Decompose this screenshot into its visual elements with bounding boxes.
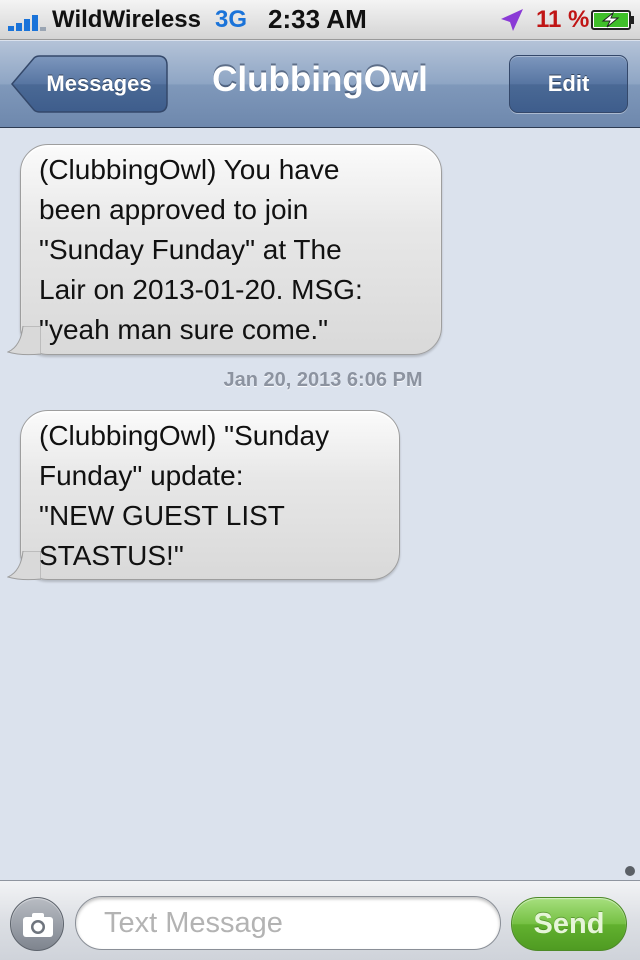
messages-back-button[interactable]: Messages	[10, 55, 168, 113]
network-type: 3G	[215, 6, 248, 33]
message-input[interactable]: Text Message	[75, 896, 501, 950]
message-text: (ClubbingOwl) "Sunday Funday" update: "N…	[39, 420, 330, 571]
send-button[interactable]: Send	[511, 897, 627, 951]
bubble-tail	[7, 551, 41, 581]
scroll-indicator	[625, 866, 635, 876]
received-message-bubble[interactable]: (ClubbingOwl) "Sunday Funday" update: "N…	[7, 410, 400, 581]
battery-charging-icon	[591, 10, 634, 30]
signal-bars-icon	[8, 15, 46, 31]
carrier-name: WildWireless	[52, 6, 201, 33]
compose-bar: Text Message Send	[0, 880, 640, 960]
camera-icon	[23, 913, 53, 937]
message-text: (ClubbingOwl) You have been approved to …	[39, 154, 363, 345]
location-arrow-icon	[501, 9, 523, 31]
battery-percent: 11 %	[536, 6, 590, 33]
status-time: 2:33 AM	[268, 4, 367, 34]
message-timestamp: Jan 20, 2013 6:06 PM	[223, 369, 423, 391]
conversation-title: ClubbingOwl	[212, 60, 428, 99]
camera-button[interactable]	[10, 897, 64, 951]
navigation-bar: Messages ClubbingOwl Edit	[0, 41, 640, 128]
message-thread[interactable]: (ClubbingOwl) You have been approved to …	[0, 128, 640, 880]
bubble-tail	[7, 326, 41, 356]
received-message-bubble[interactable]: (ClubbingOwl) You have been approved to …	[7, 144, 442, 356]
back-button-label: Messages	[46, 71, 152, 96]
edit-button[interactable]: Edit	[509, 55, 628, 113]
status-bar: WildWireless 3G 2:33 AM 11 %	[0, 0, 640, 40]
